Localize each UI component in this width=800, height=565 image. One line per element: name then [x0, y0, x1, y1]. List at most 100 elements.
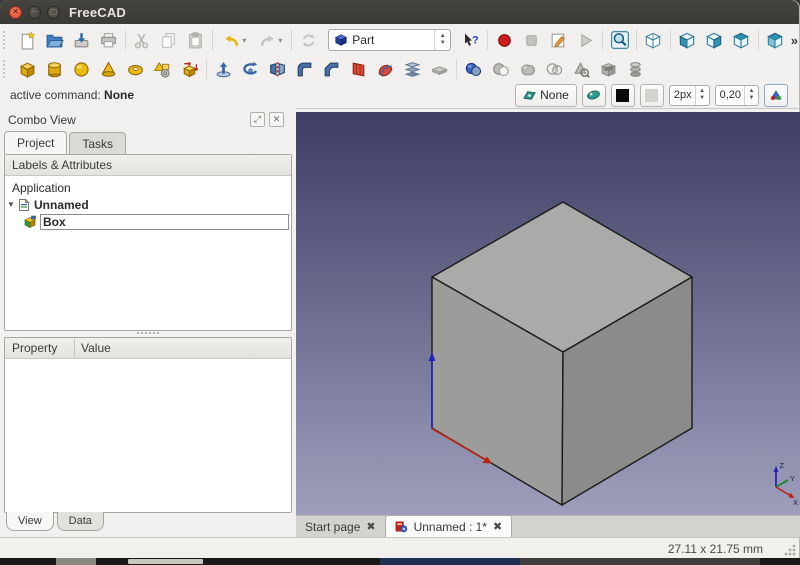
part-loft-button[interactable]: [399, 56, 426, 82]
part-defeature-button[interactable]: [622, 56, 649, 82]
tab-project[interactable]: Project: [4, 131, 67, 154]
part-cylinder-button[interactable]: [41, 56, 68, 82]
tab-unnamed-document[interactable]: Unnamed : 1* ✖: [385, 515, 513, 537]
panel-close-icon: ✕: [273, 114, 281, 125]
toolbar-drag-handle[interactable]: [3, 31, 10, 49]
linewidth-spinner[interactable]: ▲▼: [695, 86, 709, 105]
part-box-button[interactable]: [14, 56, 41, 82]
toolbar-separator: [670, 30, 671, 50]
part-crosssection-button[interactable]: [595, 56, 622, 82]
tab-start-page[interactable]: Start page ✖: [296, 516, 385, 537]
part-revolve-button[interactable]: [237, 56, 264, 82]
new-document-button[interactable]: [14, 27, 41, 53]
tab-view[interactable]: View: [6, 512, 54, 531]
panel-close-button[interactable]: ✕: [269, 112, 284, 127]
workbench-selector[interactable]: Part ▲▼: [328, 29, 451, 51]
start-page-label: Start page: [305, 520, 360, 534]
fontsize-spinner[interactable]: ▲▼: [744, 86, 758, 105]
part-mirror-button[interactable]: [264, 56, 291, 82]
panel-splitter[interactable]: [4, 330, 292, 336]
draft-linewidth-spinbox[interactable]: 2px ▲▼: [669, 85, 710, 106]
copy-button[interactable]: [155, 27, 182, 53]
part-offset-button[interactable]: [372, 56, 399, 82]
cut-button[interactable]: [128, 27, 155, 53]
draft-line-color-button[interactable]: [611, 84, 635, 107]
window-minimize-button[interactable]: –: [28, 6, 41, 19]
draft-face-color-button[interactable]: [640, 84, 664, 107]
window-close-button[interactable]: ✕: [9, 6, 22, 19]
draft-snap-button[interactable]: [582, 84, 606, 107]
part-torus-button[interactable]: [122, 56, 149, 82]
value-column-header[interactable]: Value: [81, 341, 111, 355]
face-color-swatch: [645, 89, 658, 102]
part-chamfer-button[interactable]: [318, 56, 345, 82]
workbench-spinner[interactable]: ▲▼: [434, 30, 450, 50]
resize-grip[interactable]: [783, 543, 796, 556]
view-top-button[interactable]: [701, 27, 728, 53]
print-button[interactable]: [95, 27, 122, 53]
part-primitives-icon: [153, 60, 172, 79]
property-list-empty[interactable]: [5, 359, 291, 509]
tab-data[interactable]: Data: [57, 512, 104, 531]
redo-button[interactable]: ▾: [252, 27, 288, 53]
toolbar-drag-handle[interactable]: [3, 60, 10, 78]
part-cone-icon: [99, 60, 118, 79]
tree-item-application[interactable]: Application: [5, 179, 291, 196]
part-sweep-button[interactable]: [426, 56, 453, 82]
undo-button[interactable]: ▾: [216, 27, 252, 53]
part-fillet-button[interactable]: [291, 56, 318, 82]
combo-view-panel: Combo View ⤢ ✕ Project Tasks Labels & At…: [0, 108, 296, 537]
tree-item-document[interactable]: ▼ Unnamed: [5, 196, 291, 213]
column-divider[interactable]: [74, 339, 75, 358]
panel-float-button[interactable]: ⤢: [250, 112, 265, 127]
part-boolean-button[interactable]: [460, 56, 487, 82]
tree-item-box[interactable]: Box: [5, 213, 291, 230]
toolbar-separator: [636, 30, 637, 50]
undo-dropdown-icon[interactable]: ▾: [242, 36, 246, 45]
whats-this-button[interactable]: ?: [457, 27, 484, 53]
status-bar: 27.11 x 21.75 mm: [0, 537, 799, 559]
part-extrude-button[interactable]: [210, 56, 237, 82]
view-axonometric-button[interactable]: [640, 27, 667, 53]
view-right-button[interactable]: [728, 27, 755, 53]
property-column-header[interactable]: Property: [5, 341, 74, 355]
view-front-button[interactable]: [674, 27, 701, 53]
part-primitives-button[interactable]: [149, 56, 176, 82]
tab-tasks[interactable]: Tasks: [69, 132, 126, 154]
part-union-button[interactable]: [514, 56, 541, 82]
part-ruledsurface-button[interactable]: [345, 56, 372, 82]
tab-close-icon[interactable]: ✖: [493, 520, 502, 533]
macro-stop-button[interactable]: [518, 27, 545, 53]
part-cone-button[interactable]: [95, 56, 122, 82]
macro-run-button[interactable]: [572, 27, 599, 53]
view-isometric-button[interactable]: [762, 27, 789, 53]
window-maximize-button[interactable]: ▢: [47, 6, 60, 19]
toolbar-separator: [212, 30, 213, 50]
draft-workplane-button[interactable]: None: [515, 84, 577, 107]
draft-fontsize-spinbox[interactable]: 0,20 ▲▼: [715, 85, 759, 106]
model-tree[interactable]: Application ▼ Unnamed Box: [5, 176, 291, 230]
draft-autogroup-button[interactable]: [764, 84, 788, 107]
macro-record-button[interactable]: [491, 27, 518, 53]
macro-edit-button[interactable]: [545, 27, 572, 53]
paste-button[interactable]: [182, 27, 209, 53]
part-common-button[interactable]: [541, 56, 568, 82]
refresh-button[interactable]: [295, 27, 322, 53]
tab-close-icon[interactable]: ✖: [366, 520, 375, 533]
toolbar-overflow-button[interactable]: »: [791, 33, 798, 48]
expander-icon[interactable]: ▼: [5, 200, 17, 209]
part-toolbar: [0, 56, 798, 83]
redo-dropdown-icon[interactable]: ▾: [278, 36, 282, 45]
part-check-geometry-button[interactable]: [568, 56, 595, 82]
toolbar-separator: [206, 59, 207, 79]
fit-all-button[interactable]: [606, 27, 633, 53]
3d-viewport[interactable]: Z Y X: [296, 112, 800, 515]
part-sphere-button[interactable]: [68, 56, 95, 82]
part-shapebuilder-button[interactable]: [176, 56, 203, 82]
part-cut-button[interactable]: [487, 56, 514, 82]
unnamed-doc-label: Unnamed : 1*: [414, 520, 487, 534]
cut-icon: [132, 31, 151, 50]
save-document-button[interactable]: [68, 27, 95, 53]
part-cylinder-icon: [45, 60, 64, 79]
open-document-button[interactable]: [41, 27, 68, 53]
